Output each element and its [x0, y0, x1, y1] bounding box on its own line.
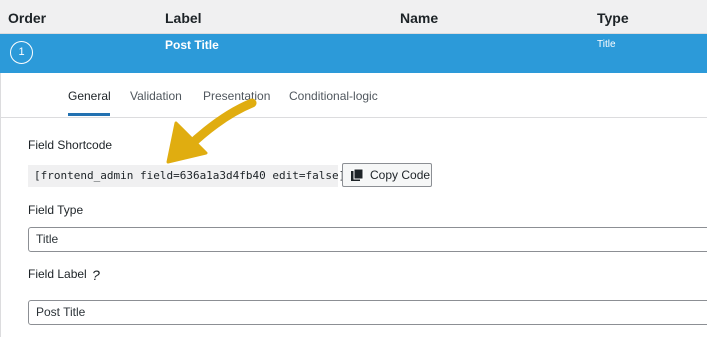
column-label: Label	[165, 10, 202, 26]
field-shortcode-value: [frontend_admin field=636a1a3d4fb40 edit…	[28, 165, 345, 187]
field-type-label: Field Type	[28, 203, 84, 217]
tab-general[interactable]: General	[68, 89, 111, 103]
copy-icon	[350, 168, 364, 182]
tab-conditional-logic[interactable]: Conditional-logic	[289, 89, 378, 103]
field-order-badge: 1	[10, 41, 33, 64]
field-row-post-title[interactable]: 1 Post Title Title	[0, 34, 707, 73]
field-shortcode-label: Field Shortcode	[28, 138, 113, 152]
field-row-type: Title	[597, 39, 616, 50]
fields-table-header: Order Label Name Type	[0, 0, 707, 34]
annotation-arrow-icon	[161, 70, 261, 132]
field-label-label: Field Label	[28, 267, 87, 281]
active-tab-indicator	[68, 113, 110, 116]
field-editor: Order Label Name Type 1 Post Title Title…	[0, 0, 707, 337]
help-icon[interactable]: ?	[92, 267, 100, 283]
copy-code-button[interactable]: Copy Code	[342, 163, 432, 187]
column-name: Name	[400, 10, 439, 26]
column-type: Type	[597, 10, 629, 26]
settings-tabs: General Validation Presentation Conditio…	[1, 73, 707, 118]
field-row-label[interactable]: Post Title	[165, 38, 219, 52]
field-settings-panel: General Validation Presentation Conditio…	[0, 73, 707, 337]
field-type-select[interactable]: Title	[28, 227, 707, 252]
column-order: Order	[8, 10, 47, 26]
field-label-input[interactable]: Post Title	[28, 300, 707, 325]
copy-code-label: Copy Code	[370, 168, 431, 182]
